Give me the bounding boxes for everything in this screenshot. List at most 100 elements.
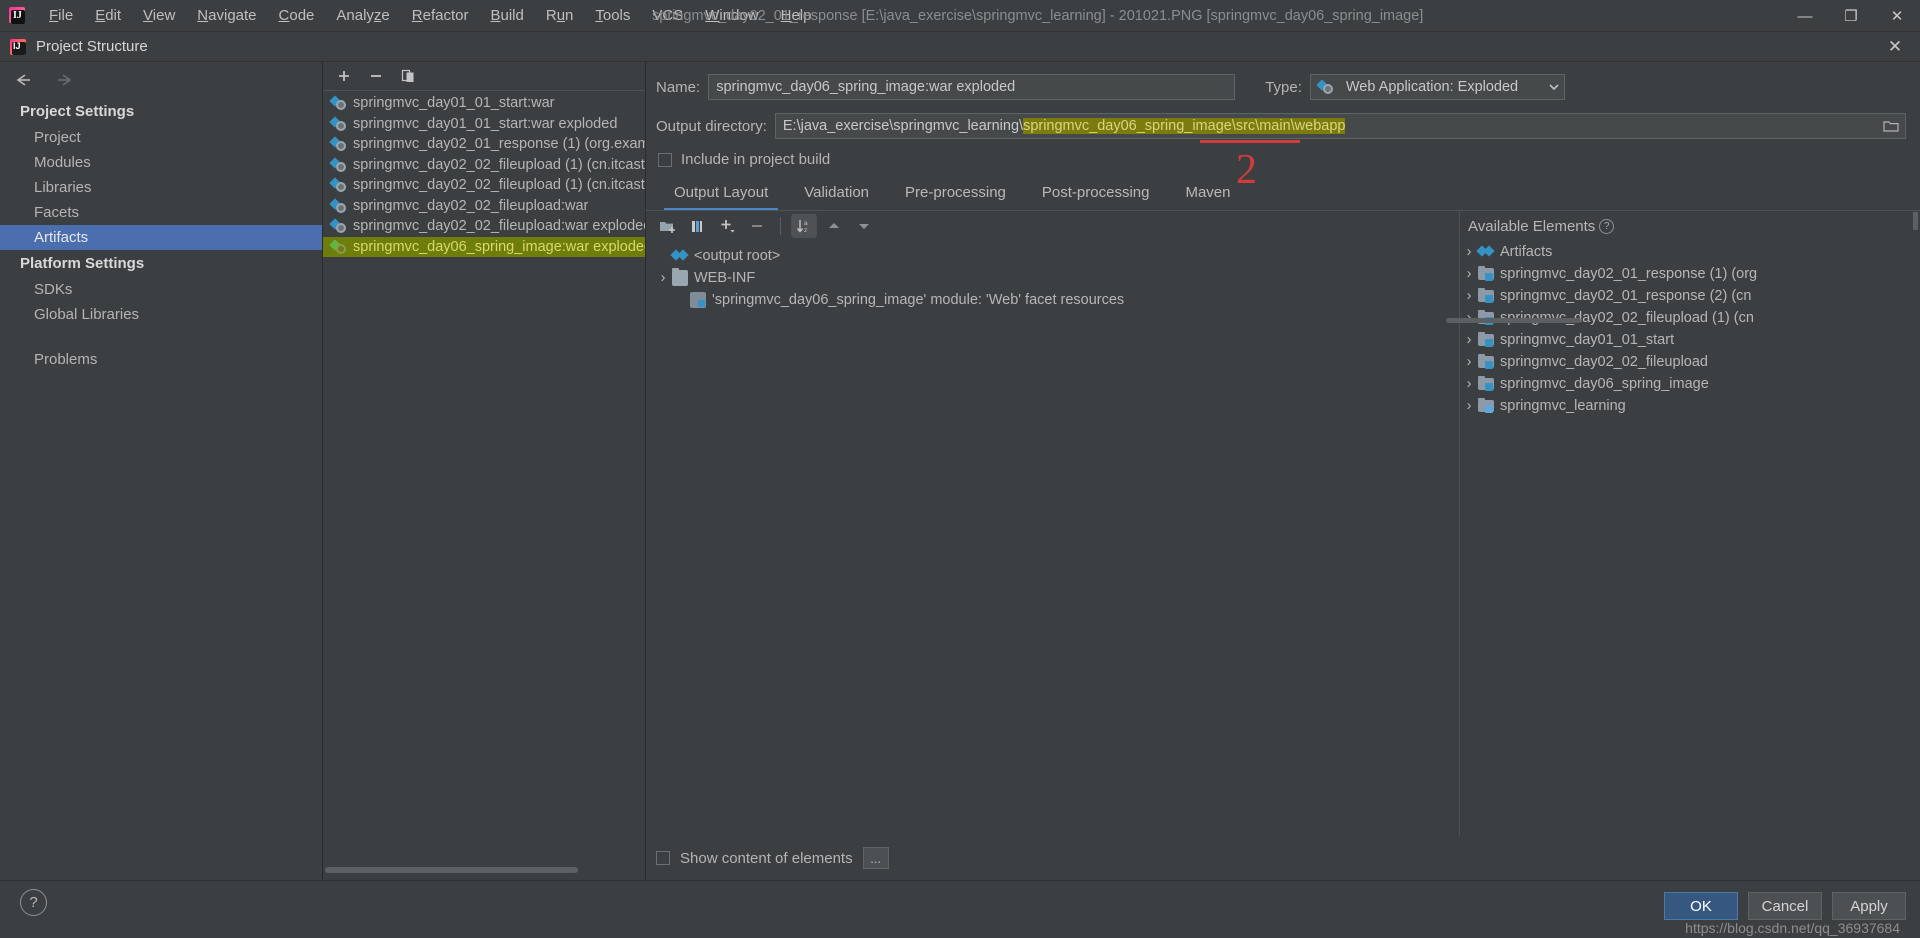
tree-row[interactable]: <output root> <box>654 245 1459 267</box>
artifact-label: springmvc_day02_02_fileupload (1) (cn.it… <box>353 156 645 173</box>
artifact-label: springmvc_day01_01_start:war <box>353 95 555 112</box>
menu-file[interactable]: File <box>38 3 84 28</box>
menu-code[interactable]: Code <box>268 3 326 28</box>
chevron-right-icon[interactable]: › <box>1460 266 1478 282</box>
dialog-close-icon[interactable]: ✕ <box>1884 36 1906 58</box>
tree-row[interactable]: › springmvc_day02_02_fileupload <box>1460 351 1920 373</box>
menu-view[interactable]: View <box>132 3 186 28</box>
output-layout-toolbar[interactable]: a z <box>646 211 1459 241</box>
close-window-button[interactable]: ✕ <box>1874 0 1920 32</box>
panel-edge-scrollbar[interactable] <box>1913 212 1918 230</box>
add-artifact-icon[interactable] <box>331 64 357 88</box>
detail-tabs[interactable]: Output Layout Validation Pre-processing … <box>646 168 1920 210</box>
toolbar-divider <box>780 217 781 235</box>
apply-button[interactable]: Apply <box>1832 892 1906 920</box>
artifact-icon <box>670 248 689 264</box>
menu-navigate[interactable]: Navigate <box>186 3 267 28</box>
sidebar-item-sdks[interactable]: SDKs <box>0 277 322 302</box>
nav-arrows[interactable] <box>0 62 322 98</box>
chevron-right-icon[interactable]: › <box>1460 398 1478 414</box>
move-down-icon[interactable] <box>851 214 877 238</box>
folder-icon <box>672 268 688 286</box>
include-in-build-checkbox[interactable] <box>658 152 672 167</box>
list-item[interactable]: springmvc_day02_02_fileupload (1) (cn.it… <box>323 155 645 176</box>
sidebar-item-libraries[interactable]: Libraries <box>0 175 322 200</box>
tab-validation[interactable]: Validation <box>786 180 887 210</box>
chevron-right-icon[interactable]: › <box>1460 354 1478 370</box>
tree-row[interactable]: › WEB-INF <box>654 267 1459 289</box>
sidebar-item-artifacts[interactable]: Artifacts <box>0 225 322 250</box>
sidebar-item-modules[interactable]: Modules <box>0 150 322 175</box>
ok-button[interactable]: OK <box>1664 892 1738 920</box>
artifacts-horizontal-scrollbar[interactable] <box>323 866 646 874</box>
output-directory-label: Output directory: <box>656 117 767 135</box>
tree-row[interactable]: › springmvc_day02_01_response (2) (cn <box>1460 285 1920 307</box>
chevron-right-icon[interactable]: › <box>1460 244 1478 260</box>
list-item-selected[interactable]: springmvc_day06_spring_image:war explode… <box>323 236 645 257</box>
window-controls[interactable]: — ❐ ✕ <box>1782 0 1920 32</box>
minimize-button[interactable]: — <box>1782 0 1828 32</box>
menu-run[interactable]: Run <box>535 3 585 28</box>
move-up-icon[interactable] <box>821 214 847 238</box>
tab-maven[interactable]: Maven <box>1167 180 1248 210</box>
tree-label: springmvc_day06_spring_image <box>1500 376 1709 392</box>
tree-row[interactable]: 'springmvc_day06_spring_image' module: '… <box>654 289 1459 311</box>
forward-arrow-icon[interactable] <box>54 69 76 91</box>
list-item[interactable]: springmvc_day02_02_fileupload:war <box>323 196 645 217</box>
cancel-button[interactable]: Cancel <box>1748 892 1822 920</box>
tree-row[interactable]: › Artifacts <box>1460 241 1920 263</box>
artifacts-list[interactable]: springmvc_day01_01_start:war springmvc_d… <box>323 90 645 880</box>
menu-refactor[interactable]: Refactor <box>401 3 480 28</box>
sidebar-item-global-libraries[interactable]: Global Libraries <box>0 302 322 327</box>
list-item[interactable]: springmvc_day01_01_start:war <box>323 93 645 114</box>
tree-row[interactable]: › springmvc_day02_01_response (1) (org <box>1460 263 1920 285</box>
tab-post-processing[interactable]: Post-processing <box>1024 180 1168 210</box>
output-layout-tree[interactable]: <output root> › WEB-INF 'springmvc_day06… <box>646 241 1459 311</box>
list-item[interactable]: springmvc_day02_02_fileupload (1) (cn.it… <box>323 175 645 196</box>
dialog-buttons[interactable]: OK Cancel Apply <box>1664 892 1906 920</box>
tree-row[interactable]: › springmvc_day01_01_start <box>1460 329 1920 351</box>
chevron-right-icon[interactable]: › <box>1460 376 1478 392</box>
list-item[interactable]: springmvc_day01_01_start:war exploded <box>323 114 645 135</box>
chevron-right-icon[interactable]: › <box>1460 332 1478 348</box>
module-icon <box>1478 266 1494 282</box>
tree-row[interactable]: › springmvc_day06_spring_image <box>1460 373 1920 395</box>
menu-tools[interactable]: Tools <box>584 3 641 28</box>
output-layout-scrollbar-thumb[interactable] <box>1446 318 1581 323</box>
back-arrow-icon[interactable] <box>12 69 34 91</box>
copy-artifact-icon[interactable] <box>395 64 421 88</box>
list-item[interactable]: springmvc_day02_02_fileupload:war explod… <box>323 216 645 237</box>
scrollbar-thumb[interactable] <box>325 867 578 873</box>
help-icon[interactable]: ? <box>20 889 47 916</box>
menu-edit[interactable]: Edit <box>84 3 132 28</box>
add-folder-icon[interactable] <box>654 214 680 238</box>
output-directory-input[interactable]: E:\java_exercise\springmvc_learning\ spri… <box>774 113 1906 139</box>
include-in-build-row[interactable]: Include in project build <box>646 139 1920 168</box>
chevron-right-icon[interactable]: › <box>654 270 672 286</box>
chevron-down-icon[interactable] <box>1548 79 1560 95</box>
menu-build[interactable]: Build <box>479 3 534 28</box>
add-library-icon[interactable] <box>684 214 710 238</box>
tab-pre-processing[interactable]: Pre-processing <box>887 180 1024 210</box>
menu-analyze[interactable]: Analyze <box>325 3 400 28</box>
maximize-button[interactable]: ❐ <box>1828 0 1874 32</box>
tree-row[interactable]: › springmvc_learning <box>1460 395 1920 417</box>
sidebar-item-facets[interactable]: Facets <box>0 200 322 225</box>
tab-output-layout[interactable]: Output Layout <box>656 180 786 210</box>
show-content-checkbox[interactable] <box>656 851 670 865</box>
help-icon[interactable]: ? <box>1599 218 1615 234</box>
remove-artifact-icon[interactable] <box>363 64 389 88</box>
browse-folder-icon[interactable] <box>1881 117 1901 135</box>
artifact-type-select[interactable]: Web Application: Exploded <box>1309 74 1565 100</box>
add-plus-icon[interactable] <box>714 214 740 238</box>
sort-az-icon[interactable]: a z <box>791 214 817 238</box>
list-item[interactable]: springmvc_day02_01_response (1) (org.exa… <box>323 134 645 155</box>
show-content-options-button[interactable]: ... <box>862 847 889 869</box>
sidebar-group-platform-settings: Platform Settings <box>20 255 145 272</box>
sidebar-item-problems[interactable]: Problems <box>0 347 322 372</box>
remove-minus-icon[interactable] <box>744 214 770 238</box>
artifact-name-input[interactable]: springmvc_day06_spring_image:war explode… <box>708 74 1236 100</box>
chevron-right-icon[interactable]: › <box>1460 288 1478 304</box>
sidebar-item-project[interactable]: Project <box>0 125 322 150</box>
available-elements-tree[interactable]: › Artifacts › springmvc_day02_01_respons… <box>1460 241 1920 417</box>
